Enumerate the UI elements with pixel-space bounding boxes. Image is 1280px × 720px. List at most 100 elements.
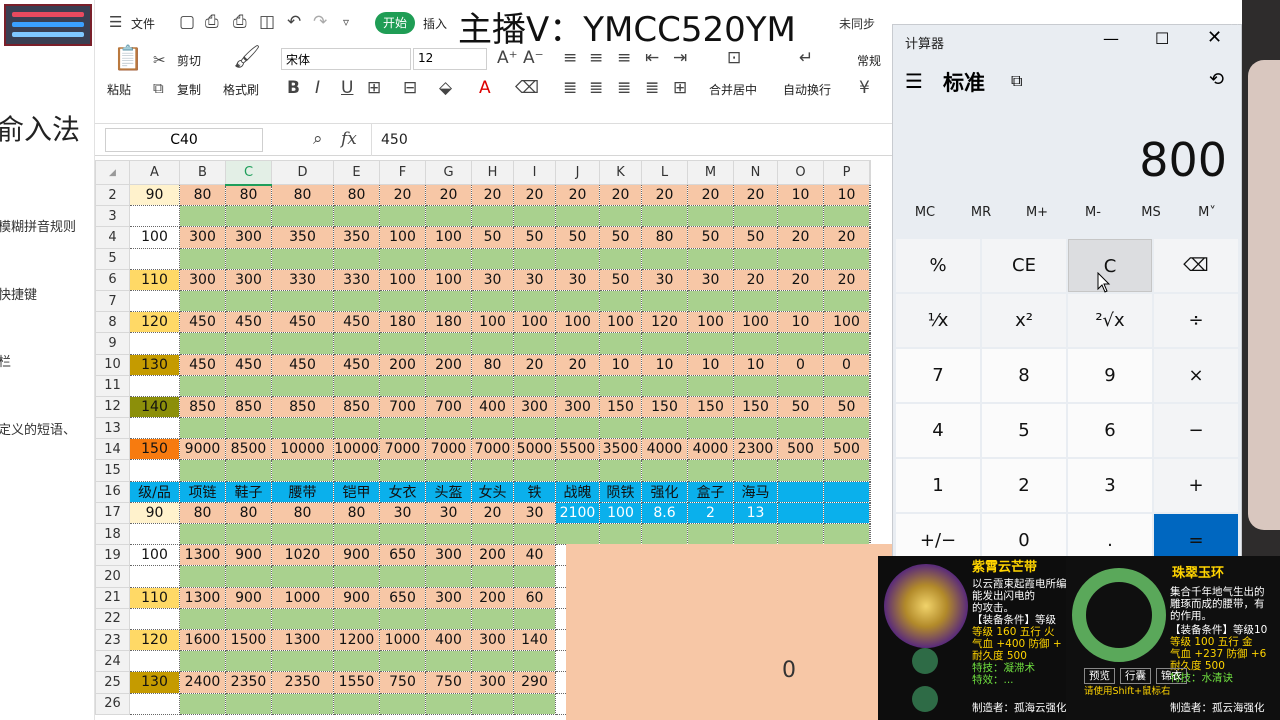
quick-access-chevron-icon[interactable]: ▿ — [343, 12, 349, 32]
row-header[interactable]: 13 — [95, 417, 130, 440]
cell[interactable]: 100 — [599, 501, 642, 525]
cell[interactable]: 50 — [733, 226, 778, 249]
cell[interactable]: 500 — [823, 438, 870, 461]
cell[interactable]: 150 — [129, 438, 180, 461]
cell[interactable] — [687, 247, 734, 270]
cell[interactable]: 130 — [129, 671, 180, 694]
cell[interactable]: 300 — [471, 671, 514, 694]
cell[interactable] — [179, 417, 226, 440]
cell[interactable]: 30 — [641, 268, 688, 291]
cell[interactable] — [733, 417, 778, 440]
cell[interactable]: 1020 — [271, 544, 334, 567]
cell[interactable]: 10000 — [271, 438, 334, 461]
cell[interactable] — [425, 247, 472, 270]
cell[interactable]: 100 — [513, 311, 556, 334]
align-bottom-icon[interactable]: ≡ — [617, 48, 631, 68]
cell[interactable] — [225, 565, 272, 588]
cell[interactable] — [641, 247, 688, 270]
cut-button[interactable]: 剪切 — [177, 52, 201, 69]
cell[interactable]: 2100 — [555, 501, 600, 525]
cell[interactable] — [869, 332, 871, 355]
cell[interactable] — [225, 374, 272, 397]
row-header[interactable]: 25 — [95, 671, 130, 694]
mem-store-button[interactable]: MS — [1123, 205, 1179, 220]
cell[interactable] — [425, 332, 472, 355]
cell[interactable] — [271, 417, 334, 440]
cell[interactable] — [425, 289, 472, 313]
row-header[interactable]: 9 — [95, 332, 130, 355]
cell[interactable]: 10 — [641, 353, 688, 376]
cell[interactable]: 4000 — [687, 438, 734, 461]
cell[interactable] — [333, 522, 380, 546]
merge-center-button[interactable]: 合并居中 — [709, 81, 757, 98]
equals-button[interactable]: = — [1154, 514, 1238, 556]
digit-5-button[interactable]: 5 — [982, 404, 1066, 457]
cell[interactable]: 20 — [425, 183, 472, 207]
cell[interactable] — [225, 650, 272, 673]
row-header[interactable]: 15 — [95, 459, 130, 482]
cell[interactable] — [129, 247, 180, 270]
cell[interactable] — [513, 374, 556, 397]
font-size-select[interactable]: 12 — [413, 48, 487, 70]
cell[interactable] — [471, 332, 514, 355]
cell[interactable] — [777, 289, 824, 313]
row-header[interactable]: 7 — [95, 289, 130, 313]
cell[interactable] — [425, 650, 472, 673]
cell[interactable] — [823, 459, 870, 482]
indent-decrease-icon[interactable]: ⇤ — [645, 48, 659, 68]
cell[interactable] — [777, 417, 824, 440]
digit-9-button[interactable]: 9 — [1068, 349, 1152, 402]
cell[interactable]: 850 — [179, 395, 226, 419]
cell[interactable]: 项链 — [179, 480, 226, 503]
cell[interactable] — [823, 332, 870, 355]
cell[interactable]: 450 — [333, 311, 380, 334]
cell[interactable]: 50 — [777, 395, 824, 419]
align-right-icon[interactable]: ≣ — [617, 78, 631, 98]
cell[interactable] — [555, 205, 600, 228]
cell[interactable] — [271, 692, 334, 715]
cell[interactable]: 20 — [379, 183, 426, 207]
negate-button[interactable]: +/− — [896, 514, 980, 556]
cell[interactable] — [777, 374, 824, 397]
cell[interactable] — [555, 332, 600, 355]
cell[interactable] — [641, 374, 688, 397]
cell[interactable] — [869, 480, 871, 503]
digit-6-button[interactable]: 6 — [1068, 404, 1152, 457]
cell[interactable] — [869, 268, 871, 291]
cell[interactable]: 750 — [425, 671, 472, 694]
cell[interactable] — [687, 374, 734, 397]
cell[interactable] — [733, 522, 778, 546]
undo-icon[interactable]: ↶ — [287, 12, 301, 32]
cell[interactable]: 20 — [471, 183, 514, 207]
cell[interactable]: 100 — [379, 226, 426, 249]
cell[interactable] — [733, 374, 778, 397]
cell[interactable]: 80 — [225, 183, 272, 207]
cell[interactable]: 50 — [823, 395, 870, 419]
cell[interactable] — [733, 289, 778, 313]
cell[interactable]: 700 — [425, 395, 472, 419]
column-header-N[interactable]: N — [733, 160, 778, 185]
cell[interactable]: 10 — [777, 311, 824, 334]
cell[interactable] — [777, 522, 824, 546]
cell[interactable] — [271, 289, 334, 313]
cell[interactable]: 300 — [425, 544, 472, 567]
copy-icon[interactable]: ⧉ — [153, 78, 164, 98]
row-header[interactable]: 21 — [95, 586, 130, 609]
row-header[interactable]: 22 — [95, 607, 130, 630]
cell[interactable]: 300 — [555, 395, 600, 419]
cell[interactable]: 300 — [179, 268, 226, 291]
cell[interactable]: 7000 — [379, 438, 426, 461]
cell[interactable] — [179, 522, 226, 546]
italic-button[interactable]: I — [315, 78, 320, 98]
cell[interactable] — [333, 417, 380, 440]
cell[interactable]: 130 — [129, 353, 180, 376]
cell[interactable] — [733, 332, 778, 355]
justify-icon[interactable]: ≣ — [645, 78, 659, 98]
mem-subtract-button[interactable]: M- — [1065, 205, 1121, 220]
column-header-E[interactable]: E — [333, 160, 380, 185]
row-header[interactable]: 18 — [95, 522, 130, 546]
cell[interactable]: 450 — [179, 311, 226, 334]
tab-outfit[interactable]: 锦衣 — [1156, 668, 1187, 684]
cell[interactable]: 200 — [471, 544, 514, 567]
cell[interactable]: 100 — [555, 311, 600, 334]
